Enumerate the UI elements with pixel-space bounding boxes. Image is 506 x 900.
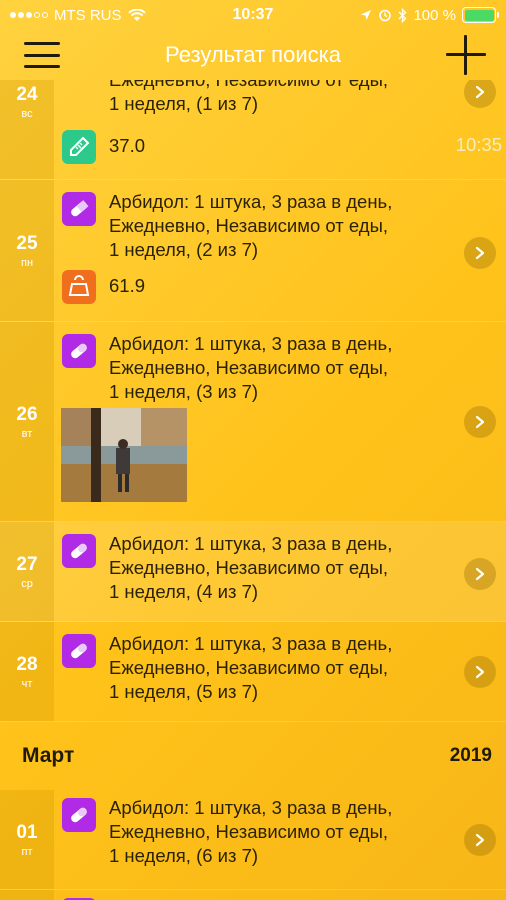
month-header: Март 2019	[0, 722, 506, 790]
medication-entry[interactable]: Арбидол: 1 штука, 3 раза в день, Ежеднев…	[62, 532, 392, 604]
chevron-right-icon[interactable]	[464, 656, 496, 688]
day-row[interactable]: 26 вт Арбидол: 1 штука, 3 раза в день, Е…	[0, 322, 506, 522]
day-number: 24	[16, 84, 38, 105]
results-list[interactable]: 24 вс Ежедневно, Независимо от еды, 1 не…	[0, 80, 506, 900]
day-number: 26	[16, 403, 38, 425]
medication-entry[interactable]: Ежедневно, Независимо от еды, 1 неделя, …	[62, 80, 388, 116]
wifi-icon	[127, 8, 146, 21]
weekday-label: вс	[21, 108, 33, 120]
day-row[interactable]	[0, 890, 506, 900]
chevron-right-icon[interactable]	[464, 824, 496, 856]
day-entries: Арбидол: 1 штука, 3 раза в день, Ежеднев…	[54, 322, 506, 521]
page-title: Результат поиска	[165, 42, 341, 67]
status-time: 10:37	[232, 6, 274, 23]
month-label: Март	[22, 744, 75, 767]
weight-entry[interactable]: 61.9	[62, 268, 145, 304]
pill-icon	[62, 534, 96, 568]
hamburger-menu-icon[interactable]	[24, 42, 60, 68]
alarm-icon	[379, 9, 392, 22]
date-column: 27 ср	[0, 522, 54, 621]
day-row[interactable]: 28 чт Арбидол: 1 штука, 3 раза в день, Е…	[0, 622, 506, 722]
carrier-label: MTS RUS	[54, 6, 122, 24]
temperature-entry[interactable]: 37.0 10:35	[62, 128, 502, 164]
nav-bar: Результат поиска	[0, 30, 506, 80]
bluetooth-icon	[398, 7, 407, 23]
year-label: 2019	[449, 745, 492, 766]
weekday-label: вт	[21, 427, 33, 440]
chevron-right-icon[interactable]	[464, 406, 496, 438]
status-bar: MTS RUS 10:37 100 %	[0, 0, 506, 30]
status-right: 100 %	[326, 6, 499, 24]
day-row[interactable]: 24 вс Ежедневно, Независимо от еды, 1 не…	[0, 80, 506, 180]
photo-thumbnail[interactable]	[61, 408, 187, 502]
medication-entry[interactable]: Арбидол: 1 штука, 3 раза в день, Ежеднев…	[62, 796, 392, 868]
status-left: MTS RUS	[10, 7, 180, 24]
weekday-label: пн	[20, 256, 34, 269]
date-column	[0, 890, 54, 900]
weight-icon	[62, 270, 96, 304]
day-row[interactable]: 27 ср Арбидол: 1 штука, 3 раза в день, Е…	[0, 522, 506, 622]
signal-icon	[10, 12, 48, 18]
weekday-label: пт	[21, 845, 33, 858]
pill-icon	[62, 634, 96, 668]
day-number: 01	[16, 821, 38, 843]
entry-text: 37.0	[109, 135, 146, 156]
day-entries: Арбидол: 1 штука, 3 раза в день, Ежеднев…	[54, 180, 506, 321]
pill-icon	[62, 798, 96, 832]
plus-icon[interactable]	[446, 35, 486, 75]
day-entries: Арбидол: 1 штука, 3 раза в день, Ежеднев…	[54, 522, 506, 621]
entry-text: Арбидол: 1 штука, 3 раза в день, Ежеднев…	[109, 333, 393, 402]
battery-icon	[462, 7, 499, 23]
chevron-right-icon[interactable]	[464, 237, 496, 269]
day-number: 25	[16, 232, 38, 254]
date-column: 24 вс	[0, 80, 54, 179]
entry-text: Арбидол: 1 штука, 3 раза в день, Ежеднев…	[109, 191, 393, 260]
day-number: 27	[16, 553, 38, 575]
chevron-right-icon[interactable]	[464, 80, 496, 108]
medication-entry[interactable]: Арбидол: 1 штука, 3 раза в день, Ежеднев…	[62, 190, 392, 262]
day-entries: Арбидол: 1 штука, 3 раза в день, Ежеднев…	[54, 790, 506, 889]
weekday-label: ср	[21, 577, 33, 590]
entry-text: 61.9	[109, 275, 146, 296]
battery-label: 100 %	[413, 6, 456, 24]
date-column: 25 пн	[0, 180, 54, 321]
weekday-label: чт	[21, 677, 33, 690]
thermometer-icon	[62, 130, 96, 164]
date-column: 28 чт	[0, 622, 54, 721]
entry-text: Ежедневно, Независимо от еды, 1 неделя, …	[109, 80, 388, 114]
pill-icon	[62, 334, 96, 368]
day-entries: Ежедневно, Независимо от еды, 1 неделя, …	[54, 80, 506, 179]
entry-time: 10:35	[455, 134, 502, 155]
medication-entry[interactable]: Арбидол: 1 штука, 3 раза в день, Ежеднев…	[62, 332, 392, 404]
entry-text: Арбидол: 1 штука, 3 раза в день, Ежеднев…	[109, 533, 393, 602]
pill-icon	[62, 192, 96, 226]
date-column: 01 пт	[0, 790, 54, 889]
entry-text: Арбидол: 1 штука, 3 раза в день, Ежеднев…	[109, 633, 393, 702]
medication-entry[interactable]: Арбидол: 1 штука, 3 раза в день, Ежеднев…	[62, 632, 392, 704]
chevron-right-icon[interactable]	[464, 558, 496, 590]
day-row[interactable]: 01 пт Арбидол: 1 штука, 3 раза в день, Е…	[0, 790, 506, 890]
day-entries: Арбидол: 1 штука, 3 раза в день, Ежеднев…	[54, 622, 506, 721]
date-column: 26 вт	[0, 322, 54, 521]
location-arrow-icon	[361, 10, 372, 20]
day-entries	[54, 890, 506, 900]
entry-text: Арбидол: 1 штука, 3 раза в день, Ежеднев…	[109, 797, 393, 866]
day-number: 28	[16, 653, 38, 675]
day-row[interactable]: 25 пн Арбидол: 1 штука, 3 раза в день, Е…	[0, 180, 506, 322]
